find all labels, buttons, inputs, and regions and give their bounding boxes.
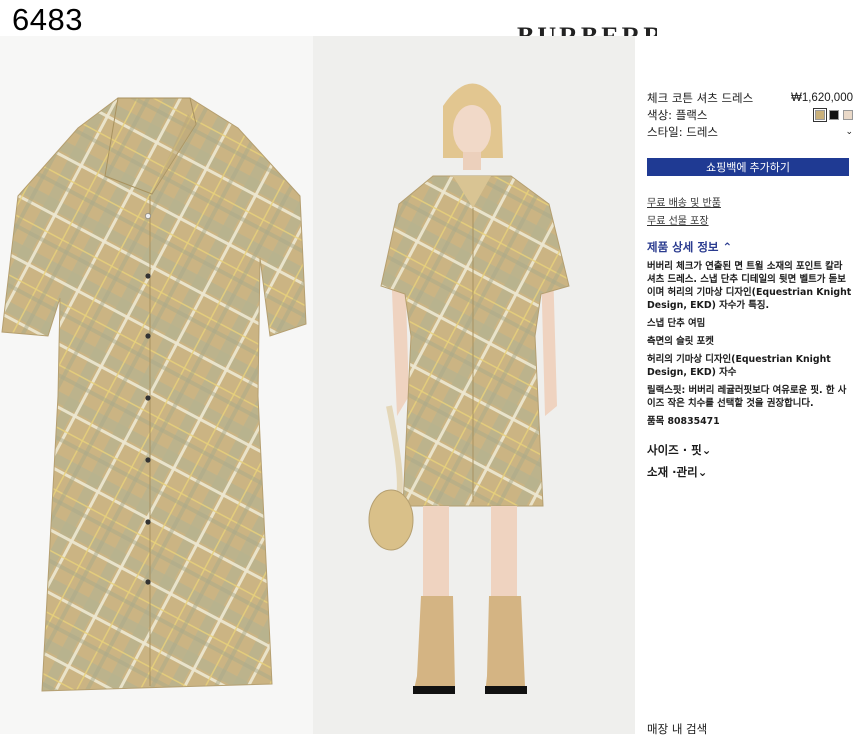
- swatch-flax[interactable]: [813, 107, 827, 122]
- chevron-up-icon: ⌃: [722, 240, 733, 254]
- product-details-heading: 제품 상세 정보: [647, 240, 719, 254]
- model-image[interactable]: [313, 36, 635, 734]
- details-item-number: 품목 80835471: [647, 416, 720, 427]
- brand-logo: BURBERRY: [517, 14, 657, 36]
- store-search-link[interactable]: 매장 내 검색: [647, 721, 707, 737]
- model-illustration: [368, 83, 570, 694]
- style-selector[interactable]: 스타일: 드레스 ⌄: [647, 123, 853, 140]
- chevron-down-icon: ⌄: [701, 443, 712, 457]
- gift-wrap-link[interactable]: 무료 선물 포장: [647, 212, 853, 227]
- product-details-toggle[interactable]: 제품 상세 정보 ⌃: [647, 239, 853, 255]
- details-fit-note: 릴랙스핏: 버버리 레귤러핏보다 여유로운 핏. 한 사이즈 작은 치수를 선택…: [647, 385, 847, 409]
- chevron-down-icon: ⌄: [845, 126, 853, 137]
- details-bullet: 스냅 단추 여밈: [647, 318, 706, 329]
- size-fit-label: 사이즈 · 핏: [647, 443, 702, 457]
- color-label: 색상: 플랙스: [647, 108, 708, 122]
- product-price: ₩1,620,000: [790, 92, 853, 104]
- product-image[interactable]: [0, 36, 313, 734]
- add-to-bag-button[interactable]: 쇼핑백에 추가하기: [647, 158, 849, 176]
- product-title: 체크 코튼 셔츠 드레스: [647, 91, 754, 105]
- brand-logo-text: BURBERRY: [517, 22, 657, 36]
- details-bullet: 측면의 슬릿 포켓: [647, 336, 714, 347]
- product-info: 체크 코튼 셔츠 드레스 ₩1,620,000 색상: 플랙스 스타일: 드레스…: [647, 90, 853, 480]
- chevron-down-icon: ⌄: [697, 465, 708, 479]
- swatch-black[interactable]: [829, 109, 839, 120]
- style-label: 스타일: 드레스: [647, 125, 719, 139]
- free-shipping-link[interactable]: 무료 배송 및 반품: [647, 194, 853, 209]
- details-bullet: 허리의 기마상 디자인(Equestrian Knight Design, EK…: [647, 354, 831, 378]
- details-description: 버버리 체크가 연출된 면 트윌 소재의 포인트 칼라 셔츠 드레스. 스냅 단…: [647, 261, 852, 311]
- swatch-light[interactable]: [843, 109, 853, 120]
- listing-id: 6483: [12, 2, 83, 37]
- color-swatches: [813, 107, 853, 122]
- material-care-label: 소재 ·관리: [647, 465, 698, 479]
- size-fit-accordion[interactable]: 사이즈 · 핏⌄: [647, 442, 853, 458]
- product-details: 버버리 체크가 연출된 면 트윌 소재의 포인트 칼라 셔츠 드레스. 스냅 단…: [647, 260, 853, 428]
- material-care-accordion[interactable]: 소재 ·관리⌄: [647, 464, 853, 480]
- product-dress-illustration: [1, 97, 307, 692]
